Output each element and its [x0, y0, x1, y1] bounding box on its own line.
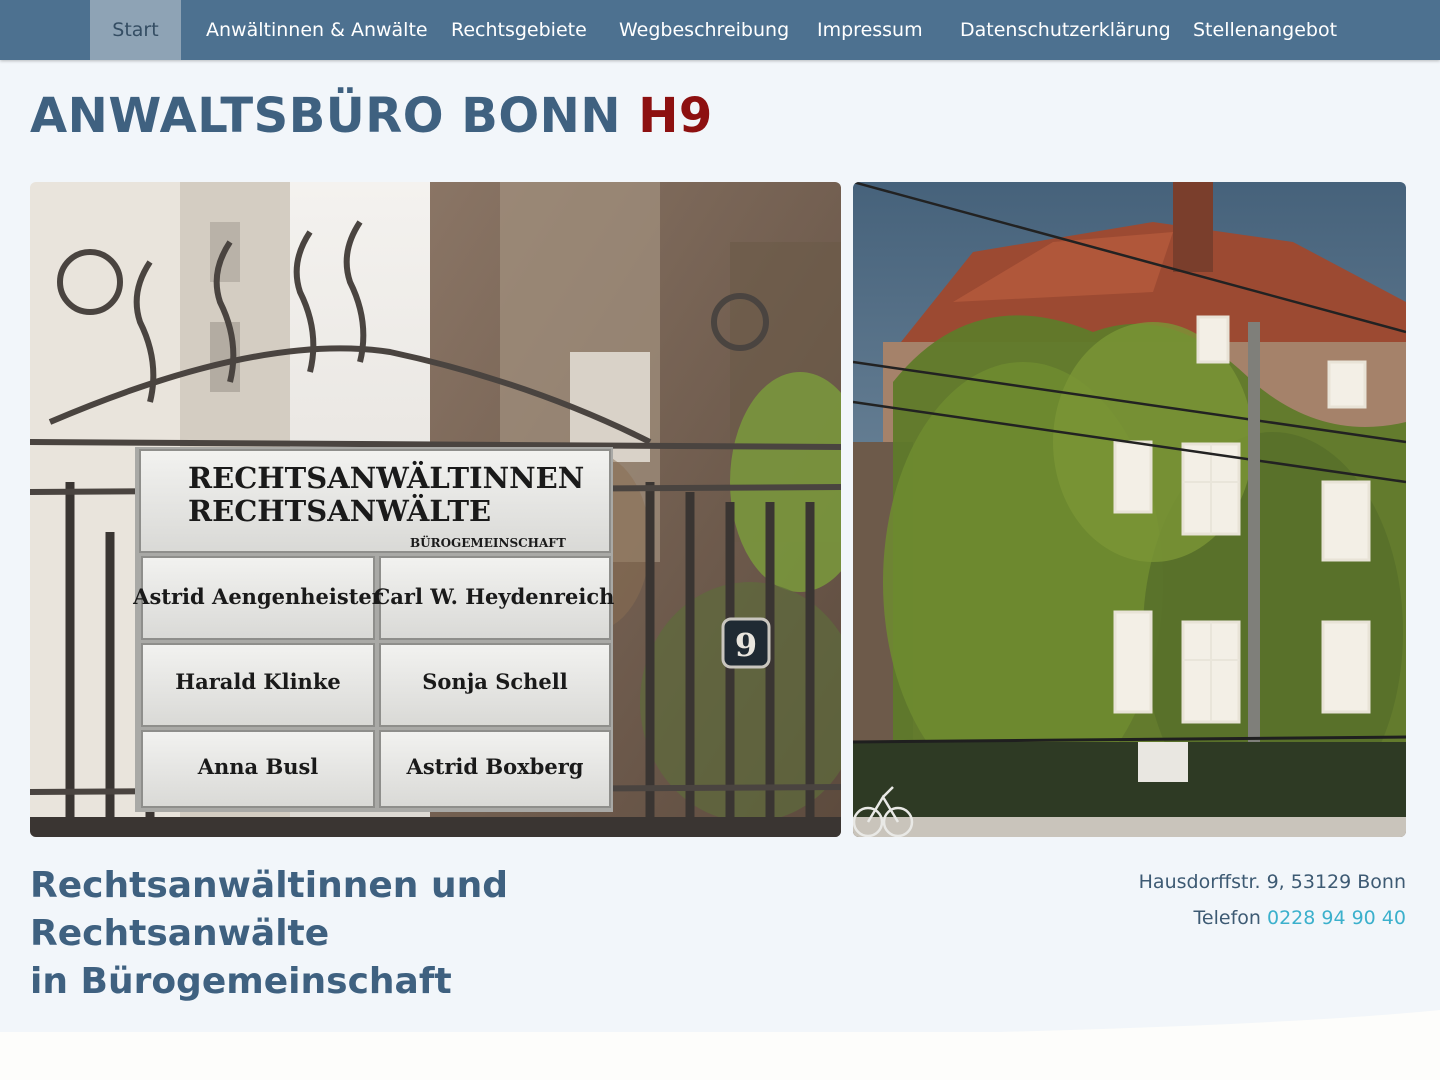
- sign-name: Astrid Aengenheister: [132, 584, 384, 609]
- sign-name: Anna Busl: [197, 754, 319, 779]
- phone-label: Telefon: [1193, 907, 1261, 929]
- phone-line: Telefon 0228 94 90 40: [1139, 900, 1406, 936]
- tagline-line-2: in Bürogemeinschaft: [30, 961, 452, 1002]
- site-title: ANWALTSBÜRO BONN H9: [30, 88, 713, 148]
- phone-link[interactable]: 0228 94 90 40: [1267, 907, 1406, 929]
- sign-line-1: RECHTSANWÄLTINNEN: [188, 459, 584, 495]
- sign-name: Sonja Schell: [422, 669, 568, 694]
- bottom-wave: [0, 1010, 1440, 1080]
- nav-item-stellenangebot[interactable]: Stellenangebot: [1168, 0, 1338, 60]
- site-title-main: ANWALTSBÜRO BONN: [30, 88, 621, 144]
- nav-item-anwaelte[interactable]: Anwältinnen & Anwälte: [181, 0, 428, 60]
- sign-name: Astrid Boxberg: [406, 754, 584, 779]
- nav-item-start[interactable]: Start: [90, 0, 181, 60]
- gate-sign-photo: RECHTSANWÄLTINNEN RECHTSANWÄLTE BÜROGEME…: [30, 182, 841, 837]
- main-navigation: Start Anwältinnen & Anwälte Rechtsgebiet…: [0, 0, 1440, 60]
- sign-name: Harald Klinke: [175, 669, 340, 694]
- nav-item-rechtsgebiete[interactable]: Rechtsgebiete: [426, 0, 594, 60]
- house-number: 9: [735, 626, 757, 664]
- sign-line-2: RECHTSANWÄLTE: [188, 492, 491, 528]
- contact-block: Hausdorffstr. 9, 53129 Bonn Telefon 0228…: [1139, 864, 1406, 936]
- gate-sign: RECHTSANWÄLTINNEN RECHTSANWÄLTE BÜROGEME…: [132, 447, 614, 812]
- site-title-accent: H9: [638, 88, 713, 144]
- house-number-plate: 9: [721, 617, 771, 669]
- house-photo: [853, 182, 1406, 837]
- nav-list: Start Anwältinnen & Anwälte Rechtsgebiet…: [90, 0, 1338, 60]
- tagline: Rechtsanwältinnen und Rechtsanwälte in B…: [30, 862, 750, 1006]
- nav-item-wegbeschreibung[interactable]: Wegbeschreibung: [594, 0, 792, 60]
- sign-line-3: BÜROGEMEINSCHAFT: [410, 534, 566, 550]
- nav-item-impressum[interactable]: Impressum: [792, 0, 935, 60]
- tagline-line-1: Rechtsanwältinnen und Rechtsanwälte: [30, 865, 508, 954]
- nav-item-datenschutz[interactable]: Datenschutzerklärung: [935, 0, 1171, 60]
- sign-name: Carl W. Heydenreich: [374, 584, 615, 609]
- address-text: Hausdorffstr. 9, 53129 Bonn: [1138, 871, 1406, 893]
